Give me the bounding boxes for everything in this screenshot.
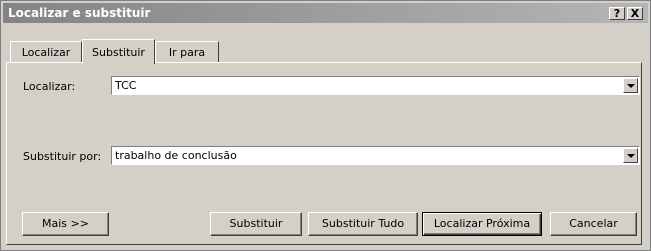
find-combobox[interactable]: TCC bbox=[111, 76, 640, 95]
tab-ir-para[interactable]: Ir para bbox=[155, 41, 219, 63]
replace-input[interactable]: trabalho de conclusão bbox=[115, 149, 237, 162]
replace-label: Substituir por: bbox=[23, 150, 102, 163]
cancel-button[interactable]: Cancelar bbox=[550, 212, 637, 236]
tab-substituir[interactable]: Substituir bbox=[82, 39, 155, 64]
replace-all-button[interactable]: Substituir Tudo bbox=[308, 212, 418, 236]
help-button[interactable]: ? bbox=[609, 7, 625, 20]
replace-dropdown-arrow-icon[interactable] bbox=[623, 148, 638, 163]
find-input[interactable]: TCC bbox=[115, 79, 136, 92]
close-button[interactable]: X bbox=[627, 7, 643, 20]
find-label: Localizar: bbox=[23, 80, 76, 93]
tab-localizar[interactable]: Localizar bbox=[10, 41, 82, 63]
more-button[interactable]: Mais >> bbox=[22, 212, 109, 236]
replace-button[interactable]: Substituir bbox=[210, 212, 302, 236]
title-bar[interactable]: Localizar e substituir ? X bbox=[3, 3, 648, 23]
replace-combobox[interactable]: trabalho de conclusão bbox=[111, 146, 640, 165]
find-next-button[interactable]: Localizar Próxima bbox=[422, 212, 542, 236]
dialog-title: Localizar e substituir bbox=[8, 6, 151, 20]
find-dropdown-arrow-icon[interactable] bbox=[623, 78, 638, 93]
